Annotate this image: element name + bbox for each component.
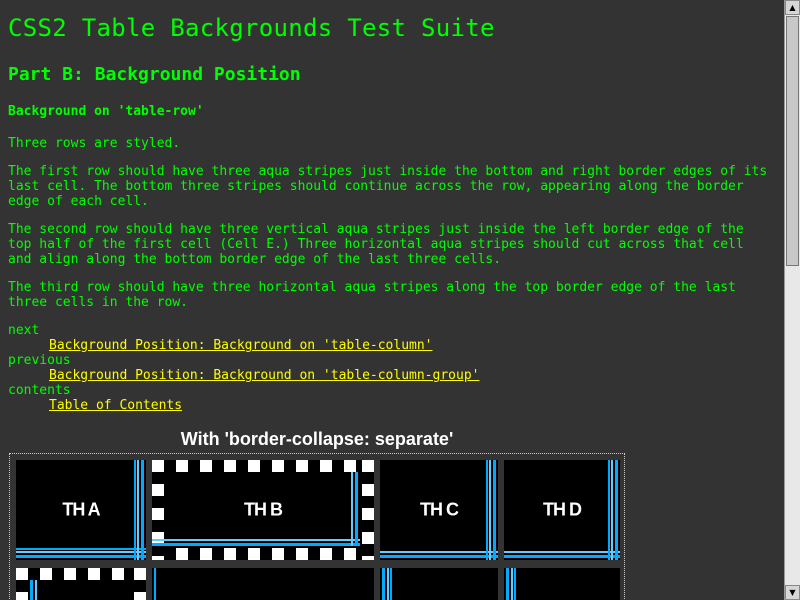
table-header-cell-d: TH D [504, 460, 620, 560]
header-label-b: TH B [244, 499, 283, 520]
table-caption: With 'border-collapse: separate' [180, 429, 454, 449]
table-header-cell-c: TH C [380, 460, 498, 560]
paragraph-intro: Three rows are styled. [8, 136, 181, 151]
page-subtitle: Part B: Background Position [8, 64, 301, 85]
section-heading: Background on 'table-row' [8, 104, 204, 119]
table-cell-f [152, 568, 374, 600]
table-cell-h [504, 568, 620, 600]
nav-previous-link[interactable]: Background Position: Background on 'tabl… [49, 368, 479, 383]
header-label-c: TH C [420, 499, 459, 520]
table-header-cell-a: TH A [16, 460, 146, 560]
scrollbar-thumb[interactable] [786, 16, 799, 266]
nav-previous-label: previous [8, 353, 71, 368]
nav-next-link[interactable]: Background Position: Background on 'tabl… [49, 338, 433, 353]
table-cell-e [16, 568, 146, 600]
nav-contents-link[interactable]: Table of Contents [49, 398, 182, 413]
table-header-cell-b: TH B [152, 460, 374, 560]
page-viewport: CSS2 Table Backgrounds Test Suite Part B… [0, 0, 784, 600]
paragraph-third-row: The third row should have three horizont… [8, 280, 736, 310]
test-table: TH A TH B TH C TH D [9, 453, 625, 600]
paragraph-first-row: The first row should have three aqua str… [8, 164, 768, 209]
nav-next-label: next [8, 323, 40, 338]
scroll-up-arrow-icon[interactable]: ▲ [785, 0, 800, 15]
page-title: CSS2 Table Backgrounds Test Suite [8, 14, 495, 42]
paragraph-second-row: The second row should have three vertica… [8, 222, 744, 267]
scroll-down-arrow-icon[interactable]: ▼ [785, 585, 800, 600]
header-label-a: TH A [62, 499, 100, 520]
header-label-d: TH D [543, 499, 582, 520]
table-cell-g [380, 568, 498, 600]
nav-contents-label: contents [8, 383, 71, 398]
vertical-scrollbar[interactable]: ▲ ▼ [784, 0, 800, 600]
